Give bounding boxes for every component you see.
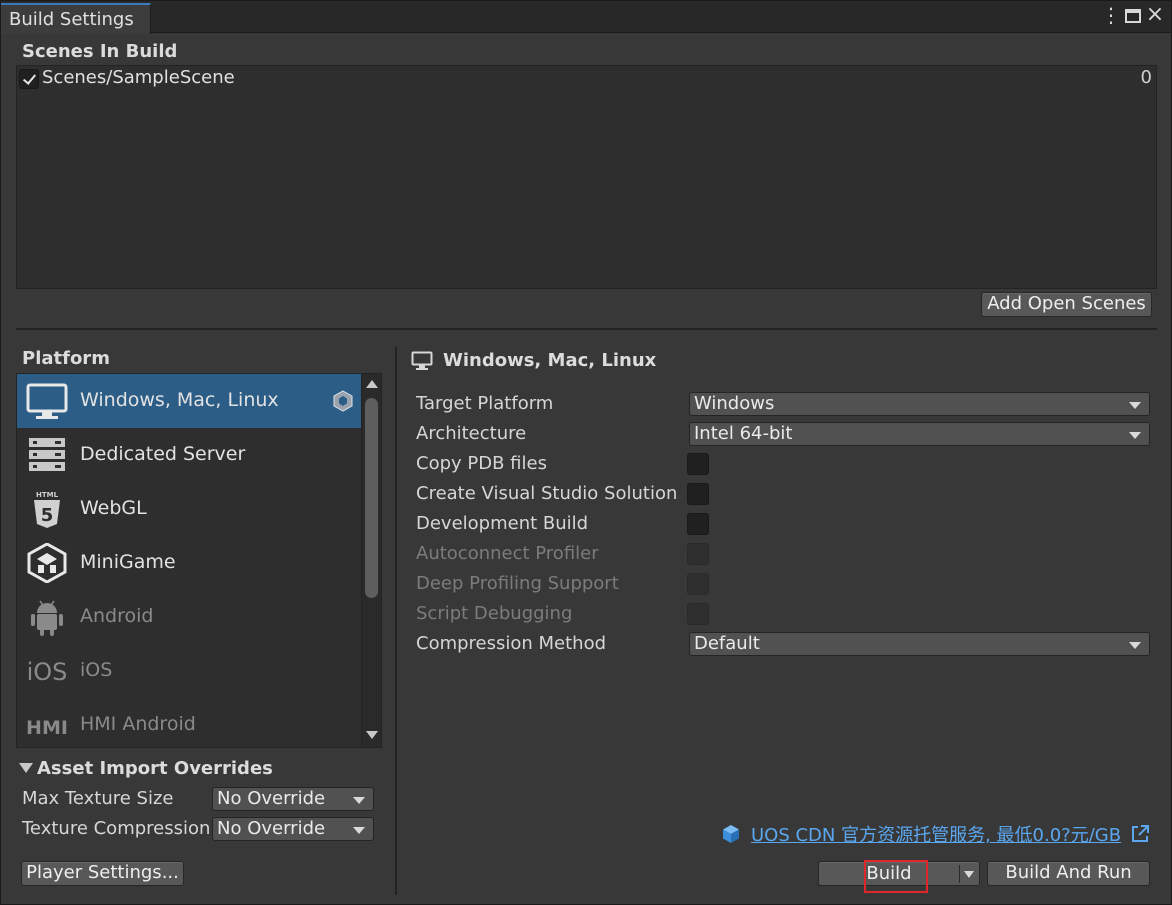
- ios-icon: iOS: [27, 658, 68, 686]
- platform-label: Dedicated Server: [80, 443, 246, 465]
- divider: [395, 347, 397, 895]
- development-build-checkbox[interactable]: [687, 513, 709, 535]
- unity-active-platform-icon: [333, 390, 353, 412]
- tab-build-settings[interactable]: Build Settings: [1, 3, 151, 34]
- chevron-down-icon: [1129, 432, 1141, 439]
- platform-item-webgl[interactable]: HTML 5 WebGL: [17, 482, 362, 536]
- minigame-icon: [27, 543, 67, 583]
- build-settings-window: Build Settings ⋮ × Scenes In Build Scene…: [0, 0, 1172, 905]
- add-open-scenes-button[interactable]: Add Open Scenes: [981, 292, 1152, 317]
- build-button-group: Build: [818, 861, 980, 886]
- architecture-label: Architecture: [416, 423, 527, 444]
- scene-include-checkbox[interactable]: [19, 69, 39, 89]
- scenes-list: Scenes/SampleScene 0: [16, 65, 1157, 289]
- create-vs-solution-label: Create Visual Studio Solution: [416, 483, 678, 504]
- html5-icon: HTML 5: [34, 491, 60, 528]
- scroll-thumb[interactable]: [365, 398, 378, 598]
- platform-label: iOS: [80, 659, 113, 681]
- scroll-up-icon[interactable]: [366, 380, 378, 388]
- texture-compression-label: Texture Compression: [22, 818, 211, 839]
- platform-label: Android: [80, 605, 154, 627]
- divider: [16, 328, 1157, 330]
- platform-item-minigame[interactable]: MiniGame: [17, 536, 362, 590]
- max-texture-size-dropdown[interactable]: No Override: [212, 787, 374, 811]
- platform-item-windows-mac-linux[interactable]: Windows, Mac, Linux: [17, 374, 362, 428]
- build-options-dropdown-icon[interactable]: [964, 871, 974, 878]
- platform-item-android[interactable]: Android: [17, 590, 362, 644]
- svg-text:5: 5: [41, 505, 54, 526]
- asset-import-overrides-title[interactable]: Asset Import Overrides: [37, 758, 273, 779]
- divider: [959, 865, 960, 883]
- copy-pdb-label: Copy PDB files: [416, 453, 547, 474]
- monitor-icon: [26, 383, 68, 419]
- scroll-down-icon[interactable]: [366, 731, 378, 739]
- hmi-icon-text: HMI: [26, 717, 68, 739]
- platform-label: Windows, Mac, Linux: [80, 389, 279, 411]
- chevron-down-icon: [1129, 402, 1141, 409]
- close-icon[interactable]: ×: [1145, 3, 1165, 27]
- target-platform-value: Windows: [694, 393, 775, 414]
- autoconnect-profiler-label: Autoconnect Profiler: [416, 543, 599, 564]
- html5-icon-text: HTML: [36, 491, 59, 499]
- autoconnect-profiler-checkbox: [687, 543, 709, 565]
- ios-icon-text: iOS: [27, 658, 68, 686]
- deep-profiling-label: Deep Profiling Support: [416, 573, 619, 594]
- platform-label: WebGL: [80, 497, 147, 519]
- script-debugging-label: Script Debugging: [416, 603, 573, 624]
- platform-item-hmi-android[interactable]: HMI HMI Android: [17, 698, 362, 747]
- max-texture-size-label: Max Texture Size: [22, 788, 174, 809]
- architecture-value: Intel 64-bit: [694, 423, 793, 444]
- maximize-icon[interactable]: [1125, 9, 1141, 23]
- texture-compression-value: No Override: [217, 818, 326, 839]
- platform-label: MiniGame: [80, 551, 176, 573]
- create-vs-solution-checkbox[interactable]: [687, 483, 709, 505]
- tab-bar: Build Settings ⋮ ×: [1, 1, 1171, 34]
- scene-row[interactable]: Scenes/SampleScene 0: [17, 66, 1156, 90]
- max-texture-size-value: No Override: [217, 788, 326, 809]
- deep-profiling-checkbox: [687, 573, 709, 595]
- target-platform-label: Target Platform: [416, 393, 554, 414]
- cdn-link-text[interactable]: UOS CDN 官方资源托管服务, 最低0.0?元/GB: [751, 821, 1121, 847]
- platform-item-dedicated-server[interactable]: Dedicated Server: [17, 428, 362, 482]
- settings-header: Windows, Mac, Linux: [443, 350, 657, 371]
- uos-cdn-link[interactable]: UOS CDN 官方资源托管服务, 最低0.0?元/GB: [721, 822, 1121, 846]
- compression-method-dropdown[interactable]: Default: [689, 632, 1150, 656]
- scenes-in-build-title: Scenes In Build: [22, 41, 178, 62]
- player-settings-button[interactable]: Player Settings...: [21, 861, 184, 886]
- hmi-icon: HMI: [26, 717, 68, 739]
- platform-label: HMI Android: [80, 713, 196, 735]
- more-options-icon[interactable]: ⋮: [1101, 5, 1121, 27]
- chevron-down-icon: [353, 827, 365, 834]
- platform-list: Windows, Mac, Linux Dedicated Server HTM…: [16, 373, 382, 748]
- platform-list-scrollbar[interactable]: [361, 374, 381, 747]
- compression-method-value: Default: [694, 633, 760, 654]
- architecture-dropdown[interactable]: Intel 64-bit: [689, 422, 1150, 446]
- platform-item-ios[interactable]: iOS iOS: [17, 644, 362, 698]
- copy-pdb-checkbox[interactable]: [687, 453, 709, 475]
- development-build-label: Development Build: [416, 513, 589, 534]
- monitor-icon: [411, 351, 433, 370]
- server-icon: [29, 438, 65, 471]
- texture-compression-dropdown[interactable]: No Override: [212, 817, 374, 841]
- compression-method-label: Compression Method: [416, 633, 607, 654]
- script-debugging-checkbox: [687, 603, 709, 625]
- platform-title: Platform: [22, 348, 110, 369]
- external-link-icon[interactable]: [1130, 824, 1150, 844]
- scene-name: Scenes/SampleScene: [42, 67, 235, 88]
- cube-icon: [723, 825, 739, 843]
- android-icon: [31, 600, 63, 636]
- chevron-down-icon: [353, 797, 365, 804]
- target-platform-dropdown[interactable]: Windows: [689, 392, 1150, 416]
- build-and-run-button[interactable]: Build And Run: [987, 861, 1150, 886]
- foldout-arrow-icon[interactable]: [19, 763, 33, 773]
- build-button[interactable]: Build: [819, 863, 959, 885]
- chevron-down-icon: [1129, 642, 1141, 649]
- scene-index: 0: [1140, 67, 1152, 88]
